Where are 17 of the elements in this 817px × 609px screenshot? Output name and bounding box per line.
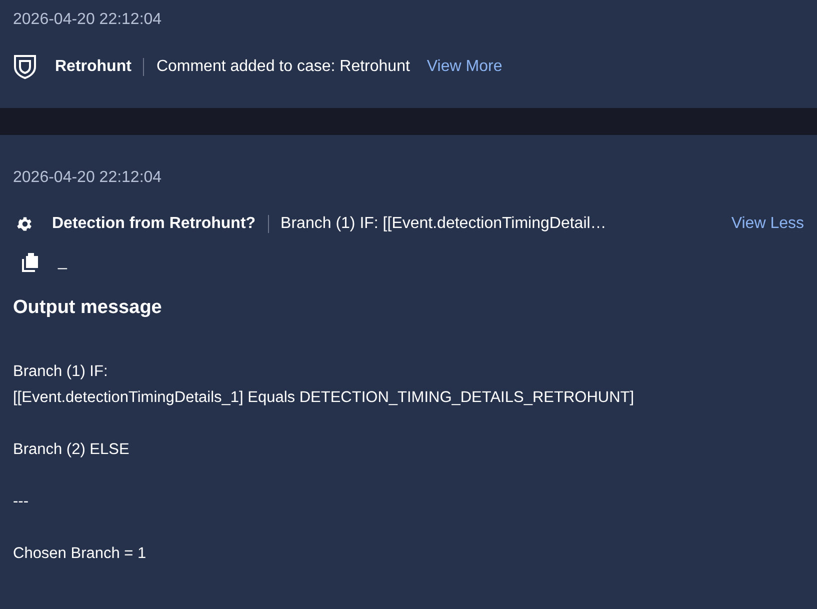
output-line: Branch (1) IF: (13, 362, 109, 382)
output-line: Branch (2) ELSE (13, 440, 130, 460)
entry-title: Retrohunt (55, 57, 132, 77)
entry-summary: Comment added to case: Retrohunt (156, 57, 410, 77)
shield-icon (13, 54, 37, 80)
gear-icon (16, 215, 34, 233)
output-line: --- (13, 492, 30, 512)
view-more-link[interactable]: View More (426, 55, 502, 79)
output-line: [[Event.detectionTimingDetails_1] Equals DETECTION_TIMING_DETAILS_RETROHUNT] (13, 388, 636, 408)
view-less-link[interactable]: View Less (731, 212, 804, 236)
output-heading: Output message (13, 296, 163, 320)
entry-title: Detection from Retrohunt? (52, 214, 256, 234)
clipboard-value: _ (58, 252, 67, 272)
timestamp: 2026-04-20 22:12:04 (13, 10, 163, 30)
entry-summary: Branch (1) IF: [[Event.detectionTimingDetail… (280, 214, 606, 234)
timestamp: 2026-04-20 22:12:04 (13, 168, 163, 188)
output-line: Chosen Branch = 1 (13, 544, 148, 564)
